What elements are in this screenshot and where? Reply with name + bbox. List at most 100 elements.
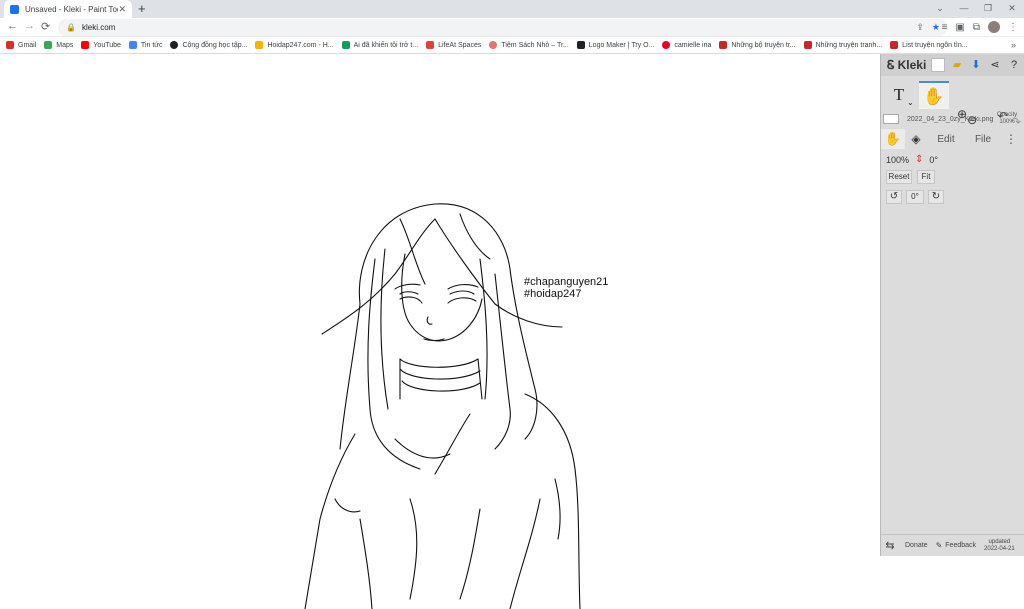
swap-side-icon[interactable]: ⇆ <box>881 539 899 552</box>
bookmark-star-icon[interactable]: ★ <box>932 22 940 33</box>
back-button[interactable]: ← <box>7 20 18 32</box>
bookmark-item[interactable]: camielle ina <box>662 41 711 49</box>
lock-icon[interactable]: 🔒 <box>66 23 76 32</box>
window-controls: ⌄ — ❐ ✕ <box>928 0 1024 18</box>
rotate-right-icon[interactable]: ↻ <box>928 190 944 204</box>
bookmarks-overflow-icon[interactable]: » <box>1011 37 1016 53</box>
profile-avatar[interactable] <box>988 21 1000 33</box>
extensions-icon[interactable]: ⧉ <box>973 22 980 33</box>
address-bar[interactable]: 🔒 kleki.com ⇪ ★ <box>58 19 948 36</box>
pinterest-icon <box>662 41 671 49</box>
kleki-logo-icon: Ꮛ <box>887 57 895 72</box>
bookmark-item[interactable]: Tiệm Sách Nhỏ – Tr... <box>489 41 569 49</box>
tool-row: T ⌄ ✋ ⊕⊖ ↶ ↷ <box>881 79 1024 129</box>
help-icon[interactable]: ? <box>1007 58 1021 72</box>
image-thumbnail[interactable] <box>883 114 899 124</box>
panel-tabs: ✋ ◈ Edit File ⋮ <box>881 129 1024 149</box>
pencil-icon: ✎ <box>935 541 943 550</box>
updated-label: updated <box>988 538 1011 545</box>
bookmark-item[interactable]: YouTube <box>81 41 121 49</box>
bookmark-item[interactable]: Những truyện tranh... <box>803 41 882 49</box>
opacity-label: Opacity <box>996 112 1018 118</box>
site-icon <box>426 41 435 49</box>
file-name: 2022_04_23_0zy_Kleki.png <box>907 115 993 123</box>
line-art-drawing <box>304 203 581 609</box>
media-control-icon[interactable]: ≡ <box>942 22 948 33</box>
download-icon[interactable]: ⬇ <box>969 58 983 72</box>
hand-tool-button[interactable]: ✋ <box>919 81 949 109</box>
bookmark-item[interactable]: Ai đã khiến tôi trở t... <box>341 41 418 49</box>
share-icon[interactable]: ⇪ <box>916 22 924 33</box>
tab-layers[interactable]: ◈ <box>905 129 927 149</box>
forward-button[interactable]: → <box>24 20 35 32</box>
hand-icon: ✋ <box>884 131 902 146</box>
drawing-canvas[interactable]: #chapanguyen21 #hoidap247 <box>0 54 880 609</box>
tab-title: Unsaved - Kleki - Paint Tool <box>25 4 119 14</box>
toolbar-actions: ≡ ▣ ⧉ ⋮ <box>942 21 1018 33</box>
menu-kebab-icon[interactable]: ⋮ <box>1008 22 1018 33</box>
rotation-reset-button[interactable]: 0° <box>906 190 924 204</box>
bookmark-label: Những bộ truyện tr... <box>731 41 796 49</box>
open-folder-icon[interactable]: ▰ <box>950 58 964 72</box>
bookmark-item[interactable]: Logo Maker | Try O... <box>576 41 655 49</box>
tab-file[interactable]: File <box>965 129 1001 149</box>
maps-icon <box>44 41 53 49</box>
browser-tab[interactable]: Unsaved - Kleki - Paint Tool ✕ <box>4 0 132 18</box>
bookmark-item[interactable]: Những bộ truyện tr... <box>719 41 796 49</box>
tab-hand[interactable]: ✋ <box>881 129 905 149</box>
bookmark-item[interactable]: LifeAt Spaces <box>426 41 481 49</box>
bookmark-label: Logo Maker | Try O... <box>588 41 655 49</box>
site-icon <box>890 41 899 49</box>
hand-tool-settings: 100% ⇕ 0° Reset Fit ↺ 0° ↻ <box>881 149 1024 209</box>
share-icon[interactable]: ⋖ <box>988 58 1002 72</box>
restore-button[interactable]: ❐ <box>976 0 1000 18</box>
reload-button[interactable]: ⟳ <box>41 20 50 33</box>
hashtag-line: #chapanguyen21 <box>524 276 609 288</box>
rotate-left-icon[interactable]: ↺ <box>886 190 902 204</box>
youtube-icon <box>81 41 90 49</box>
minimize-button[interactable]: — <box>952 0 976 18</box>
bookmark-item[interactable]: List truyện ngôn tìn... <box>890 41 968 49</box>
panel-footer: ⇆ Donate ✎ Feedback updated 2022-04-21 <box>881 534 1024 556</box>
tab-close-icon[interactable]: ✕ <box>118 4 126 15</box>
bookmark-label: camielle ina <box>674 41 712 49</box>
panel-header: Ꮛ Kleki ▰ ⬇ ⋖ ? <box>881 54 1024 76</box>
site-icon <box>170 41 179 49</box>
zoom-level: 100% <box>886 154 910 165</box>
kleki-side-panel: Ꮛ Kleki ▰ ⬇ ⋖ ? T ⌄ ✋ ⊕⊖ ↶ ↷ 2022_04_23_0… <box>880 54 1024 556</box>
bookmark-label: LifeAt Spaces <box>438 41 482 49</box>
rotation-value: 0° <box>929 154 939 165</box>
donate-link[interactable]: Donate <box>905 542 928 549</box>
reset-button[interactable]: Reset <box>886 170 912 184</box>
bookmark-item[interactable]: Hoidap247.com - H... <box>255 41 334 49</box>
bookmark-label: Cộng đồng học tập... <box>182 41 248 49</box>
bookmark-label: List truyện ngôn tìn... <box>902 41 968 49</box>
bookmark-label: Tiệm Sách Nhỏ – Tr... <box>501 41 569 49</box>
view-status: 100% ⇕ 0° <box>886 154 938 165</box>
close-window-button[interactable]: ✕ <box>1000 0 1024 18</box>
opacity-display[interactable]: Opacity 100% <box>993 112 1021 126</box>
bookmark-item[interactable]: Gmail <box>6 41 36 49</box>
news-icon <box>128 41 137 49</box>
bookmarks-bar: Gmail Maps YouTube Tin tức Cộng đồng học… <box>0 37 1024 54</box>
fit-button[interactable]: Fit <box>917 170 935 184</box>
sidebar-icon[interactable]: ▣ <box>955 22 964 33</box>
kleki-logo[interactable]: Ꮛ Kleki <box>887 58 926 73</box>
header-actions: ▰ ⬇ ⋖ ? <box>931 58 1021 72</box>
more-options-icon[interactable]: ⋮ <box>1001 129 1021 149</box>
bookmark-label: Maps <box>56 41 74 49</box>
new-image-icon[interactable] <box>931 58 945 72</box>
site-icon <box>719 41 728 49</box>
bookmark-item[interactable]: Tin tức <box>128 41 162 49</box>
new-tab-button[interactable]: + <box>138 1 146 16</box>
kleki-favicon-icon <box>10 4 19 14</box>
url-text[interactable]: kleki.com <box>82 23 908 32</box>
bookmark-item[interactable]: Cộng đồng học tập... <box>170 41 247 49</box>
tab-edit[interactable]: Edit <box>927 129 965 149</box>
bookmark-item[interactable]: Maps <box>44 41 73 49</box>
text-tool-button[interactable]: T ⌄ <box>884 81 914 109</box>
feedback-link[interactable]: ✎ Feedback <box>936 541 976 550</box>
tab-search-icon[interactable]: ⌄ <box>928 0 952 18</box>
logo-text: Kleki <box>897 58 927 72</box>
bookmark-label: Gmail <box>18 41 37 49</box>
